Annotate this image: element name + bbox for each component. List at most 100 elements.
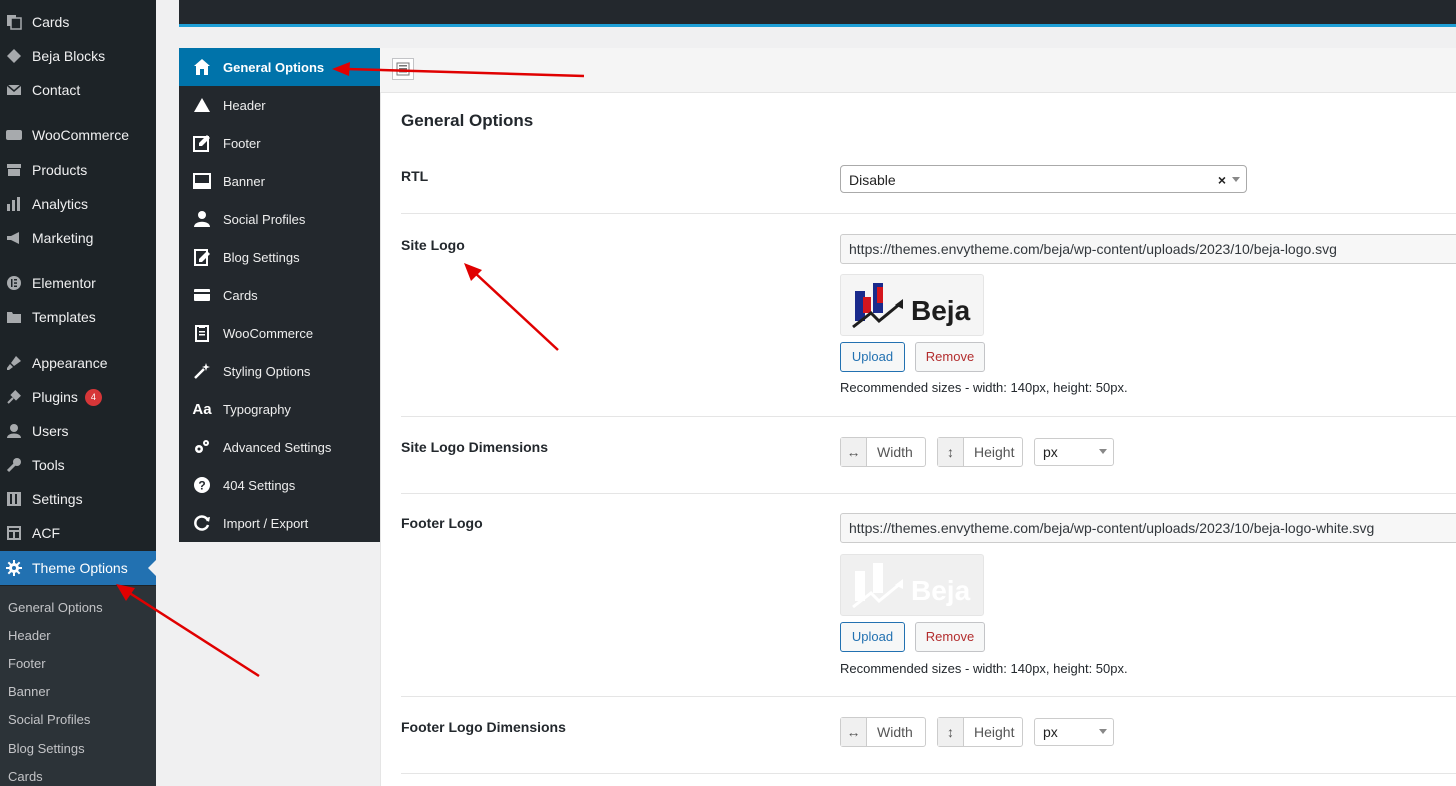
menu-tools[interactable]: Tools — [0, 448, 156, 482]
footer-logo-upload-button[interactable]: Upload — [840, 622, 905, 652]
plug-icon — [6, 389, 22, 405]
site-logo-height-input[interactable]: ↕ Height — [937, 437, 1023, 467]
user-icon — [6, 423, 22, 439]
height-placeholder: Height — [974, 444, 1015, 460]
submenu-blog-settings[interactable]: Blog Settings — [8, 741, 85, 756]
menu-analytics[interactable]: Analytics — [0, 187, 156, 221]
submenu-header[interactable]: Header — [8, 628, 51, 643]
svg-text:?: ? — [198, 479, 205, 493]
options-nav: General Options Header Footer Banner Soc… — [179, 48, 380, 542]
site-logo-width-input[interactable]: ↔ Width — [840, 437, 926, 467]
submenu-social-profiles[interactable]: Social Profiles — [8, 712, 90, 727]
footer-logo-height-input[interactable]: ↕ Height — [937, 717, 1023, 747]
expand-options-button[interactable] — [392, 58, 414, 80]
rtl-clear-button[interactable]: × — [1218, 166, 1226, 194]
opt-nav-advanced-settings-label: Advanced Settings — [223, 439, 332, 455]
menu-plugins-label: Plugins — [32, 389, 78, 405]
options-header-bar — [179, 0, 1456, 24]
chevron-down-icon — [1099, 449, 1107, 454]
site-logo-dimensions-label: Site Logo Dimensions — [401, 439, 549, 455]
menu-marketing-label: Marketing — [32, 230, 94, 246]
width-placeholder: Width — [877, 444, 913, 460]
typography-icon: Aa — [192, 400, 212, 418]
banner-icon — [192, 171, 212, 191]
opt-nav-import-export[interactable]: Import / Export — [179, 504, 380, 542]
rtl-label: RTL — [401, 168, 429, 184]
folder-icon — [6, 309, 22, 325]
menu-beja-blocks[interactable]: Beja Blocks — [0, 39, 156, 73]
menu-contact[interactable]: Contact — [0, 73, 156, 107]
horizontal-arrows-icon: ↔ — [841, 718, 867, 746]
submenu-footer[interactable]: Footer — [8, 656, 46, 671]
footer-logo-unit-select[interactable]: px — [1034, 718, 1114, 746]
opt-nav-styling-options[interactable]: Styling Options — [179, 352, 380, 390]
rtl-select[interactable]: Disable × — [840, 165, 1247, 193]
opt-nav-404-settings-label: 404 Settings — [223, 477, 296, 493]
footer-logo-url-input[interactable]: https://themes.envytheme.com/beja/wp-con… — [840, 513, 1456, 543]
divider — [401, 696, 1456, 697]
opt-nav-header[interactable]: Header — [179, 86, 380, 124]
site-logo-upload-button[interactable]: Upload — [840, 342, 905, 372]
opt-nav-cards[interactable]: Cards — [179, 276, 380, 314]
opt-nav-social-profiles[interactable]: Social Profiles — [179, 200, 380, 238]
opt-nav-404-settings[interactable]: ? 404 Settings — [179, 466, 380, 504]
site-logo-hint: Recommended sizes - width: 140px, height… — [840, 380, 1128, 395]
site-logo-remove-button[interactable]: Remove — [915, 342, 985, 372]
opt-nav-typography[interactable]: Aa Typography — [179, 390, 380, 428]
submenu-banner[interactable]: Banner — [8, 684, 50, 699]
opt-nav-woocommerce[interactable]: WooCommerce — [179, 314, 380, 352]
menu-templates[interactable]: Templates — [0, 300, 156, 334]
settings-icon — [6, 491, 22, 507]
menu-woocommerce[interactable]: WooCommerce — [0, 118, 156, 152]
site-logo-url-input[interactable]: https://themes.envytheme.com/beja/wp-con… — [840, 234, 1456, 264]
edit-icon — [192, 133, 212, 153]
menu-cards[interactable]: Cards — [0, 5, 156, 39]
unit-value: px — [1043, 724, 1058, 740]
plugins-update-badge: 4 — [84, 388, 102, 406]
section-title: General Options — [401, 111, 534, 130]
opt-nav-cards-label: Cards — [223, 287, 258, 303]
cogs-icon — [192, 437, 212, 457]
menu-theme-options[interactable]: Theme Options — [0, 551, 156, 585]
opt-nav-styling-options-label: Styling Options — [223, 363, 311, 379]
menu-users[interactable]: Users — [0, 414, 156, 448]
elementor-icon — [6, 275, 22, 291]
blocks-icon — [6, 48, 22, 64]
menu-products[interactable]: Products — [0, 153, 156, 187]
opt-nav-blog-settings-label: Blog Settings — [223, 249, 300, 265]
menu-marketing[interactable]: Marketing — [0, 221, 156, 255]
menu-cards-label: Cards — [32, 14, 70, 30]
opt-nav-banner[interactable]: Banner — [179, 162, 380, 200]
horizontal-arrows-icon: ↔ — [841, 438, 867, 466]
divider — [401, 416, 1456, 417]
options-toolbar — [380, 48, 1456, 93]
card-icon — [192, 285, 212, 305]
opt-nav-footer[interactable]: Footer — [179, 124, 380, 162]
menu-products-label: Products — [32, 162, 88, 178]
site-logo-text: Beja — [911, 295, 971, 326]
vertical-arrows-icon: ↕ — [938, 438, 964, 466]
menu-plugins[interactable]: Plugins 4 — [0, 380, 156, 414]
menu-appearance[interactable]: Appearance — [0, 346, 156, 380]
menu-acf[interactable]: ACF — [0, 516, 156, 550]
site-logo-unit-select[interactable]: px — [1034, 438, 1114, 466]
wrench-icon — [6, 457, 22, 473]
rtl-select-value: Disable — [849, 172, 896, 188]
submenu-general-options[interactable]: General Options — [8, 600, 103, 615]
submenu-cards[interactable]: Cards — [8, 769, 43, 784]
menu-templates-label: Templates — [32, 309, 96, 325]
opt-nav-advanced-settings[interactable]: Advanced Settings — [179, 428, 380, 466]
cards-icon — [6, 14, 22, 30]
menu-woocommerce-label: WooCommerce — [32, 127, 129, 143]
divider — [401, 773, 1456, 774]
menu-analytics-label: Analytics — [32, 196, 89, 212]
footer-logo-remove-button[interactable]: Remove — [915, 622, 985, 652]
menu-settings[interactable]: Settings — [0, 482, 156, 516]
mail-icon — [6, 82, 22, 98]
opt-nav-banner-label: Banner — [223, 173, 265, 189]
opt-nav-blog-settings[interactable]: Blog Settings — [179, 238, 380, 276]
menu-elementor[interactable]: Elementor — [0, 266, 156, 300]
footer-logo-width-input[interactable]: ↔ Width — [840, 717, 926, 747]
opt-nav-general-options[interactable]: General Options — [179, 48, 380, 86]
footer-logo-dimensions-label: Footer Logo Dimensions — [401, 719, 566, 735]
